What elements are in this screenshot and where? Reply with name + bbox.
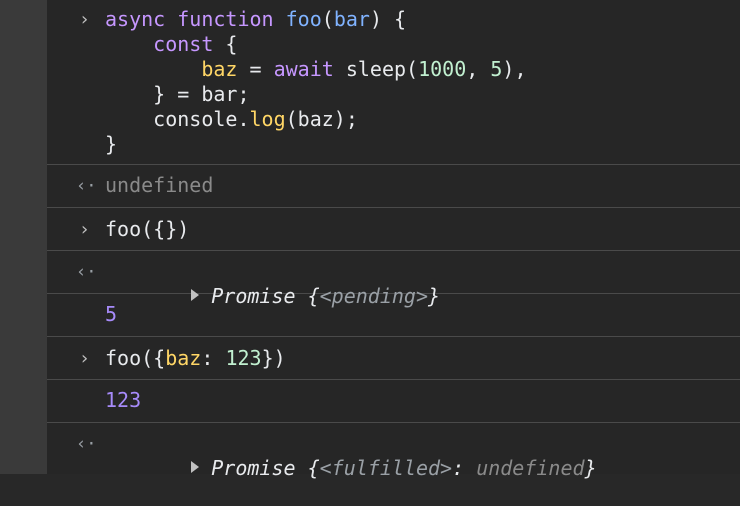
result-prompt-icon: ‹· [76,262,97,282]
code-token: = [237,57,274,81]
code-token: { [213,32,238,56]
code-token: }) [261,346,286,370]
code-token: await [273,57,334,81]
code-token: baz [165,346,202,370]
result-prompt-icon: ‹· [76,434,97,454]
code-token: } = bar; [105,82,250,106]
code-token: 1000 [418,57,467,81]
code-token: ), [502,57,527,81]
expand-triangle-icon[interactable] [191,461,200,473]
promise-label: Promise [211,456,296,480]
code-token: foo [285,7,322,31]
code-token: sleep( [333,57,419,81]
code-token: : [201,346,226,370]
input-prompt-icon: › [79,219,90,240]
code-token: ) { [369,7,407,31]
code-token: console. [105,107,250,131]
log-value: 5 [105,302,118,326]
code-line: async function foo(bar) { [105,7,527,32]
result-value: undefined [105,173,214,197]
code-token: (baz); [285,107,358,131]
console-entry-result: ‹· Promise {<fulfilled>: undefined} [47,423,740,480]
code-token: foo({}) [105,217,190,241]
code-token: , [466,57,491,81]
code-token: 5 [490,57,503,81]
promise-value: undefined [476,456,585,480]
code-token: log [249,107,286,131]
code-token: 123 [225,346,262,370]
console-entry-result: ‹· undefined [47,165,740,208]
code-line: const { [105,32,527,57]
code-token: baz [201,57,238,81]
console-entry-input: › async function foo(bar) { const { baz … [47,0,740,165]
promise-object[interactable]: Promise {<fulfilled>: undefined} [105,431,597,506]
code-line: foo({}) [105,217,189,242]
code-line: } = bar; [105,82,527,107]
left-gutter [0,0,47,474]
code-token: } [105,132,118,156]
code-line: foo({baz: 123}) [105,346,286,371]
input-prompt-icon: › [79,9,90,30]
code-line: console.log(baz); [105,107,527,132]
console-entry-result: ‹· Promise {<pending>} [47,251,740,308]
console-entry-log: 5 [47,294,740,337]
console-entry-input: › foo({baz: 123}) [47,337,740,380]
code-token: const [153,32,214,56]
code-token: foo({ [105,346,166,370]
console-panel: › async function foo(bar) { const { baz … [47,0,740,480]
code-token: ( [321,7,334,31]
code-line: baz = await sleep(1000, 5), [105,57,527,82]
code-line[interactable]: foo({baz: 123}) [105,346,286,371]
log-value: 123 [105,388,142,412]
input-prompt-icon: › [79,348,90,369]
code-token: async [105,7,166,31]
code-token: bar [333,7,370,31]
code-token: function [177,7,274,31]
result-prompt-icon: ‹· [76,176,97,196]
console-entry-input: › foo({}) [47,208,740,251]
console-entry-log: 123 [47,380,740,423]
code-block[interactable]: async function foo(bar) { const { baz = … [105,7,527,157]
code-line[interactable]: foo({}) [105,217,189,242]
code-line: } [105,132,527,157]
promise-state: <fulfilled> [319,456,453,480]
